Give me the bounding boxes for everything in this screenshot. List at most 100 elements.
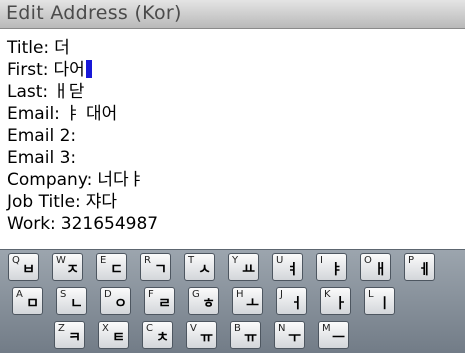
- key-latin-label: B: [234, 323, 241, 334]
- key-latin-label: N: [278, 323, 286, 334]
- key-hangul-label: ㅈ: [66, 262, 79, 278]
- key-k[interactable]: Kㅏ: [320, 287, 351, 315]
- key-s[interactable]: Sㄴ: [56, 287, 87, 315]
- key-hangul-label: ㅔ: [418, 262, 431, 278]
- key-latin-label: Y: [232, 255, 239, 266]
- field-label: Work:: [7, 214, 56, 234]
- key-t[interactable]: Tㅅ: [184, 253, 215, 281]
- key-hangul-label: ㅊ: [156, 330, 169, 346]
- key-latin-label: Q: [12, 255, 20, 266]
- field-value[interactable]: 더: [54, 38, 70, 58]
- key-j[interactable]: Jㅓ: [276, 287, 307, 315]
- field-label: Last:: [7, 82, 49, 102]
- field-company[interactable]: Company: 너다ㅑ: [7, 169, 158, 191]
- key-hangul-label: ㅗ: [246, 296, 259, 312]
- key-hangul-label: ㅜ: [288, 330, 301, 346]
- key-hangul-label: ㄹ: [158, 296, 171, 312]
- window-title: Edit Address (Kor): [6, 2, 182, 24]
- key-b[interactable]: Bㅠ: [230, 321, 261, 349]
- key-latin-label: O: [364, 255, 372, 266]
- field-label: Company:: [7, 170, 93, 190]
- key-o[interactable]: Oㅐ: [360, 253, 391, 281]
- key-u[interactable]: Uㅕ: [272, 253, 303, 281]
- field-value[interactable]: ㅐ닫: [53, 82, 84, 102]
- key-latin-label: M: [322, 323, 331, 334]
- key-hangul-label: ㄴ: [70, 296, 83, 312]
- key-hangul-label: ㅠ: [200, 330, 213, 346]
- key-m[interactable]: Mㅡ: [318, 321, 349, 349]
- key-latin-label: K: [324, 289, 331, 300]
- field-label: Email 2:: [7, 126, 77, 146]
- field-value[interactable]: 다어: [54, 60, 85, 80]
- key-latin-label: U: [276, 255, 284, 266]
- key-latin-label: H: [236, 289, 244, 300]
- field-email[interactable]: Email: ㅑ 대어: [7, 103, 158, 125]
- key-latin-label: P: [408, 255, 415, 266]
- field-label: Email:: [7, 104, 60, 124]
- key-hangul-label: ㅓ: [290, 296, 303, 312]
- field-value[interactable]: ㅑ 대어: [65, 104, 117, 124]
- text-cursor: [85, 60, 92, 78]
- key-l[interactable]: Lㅣ: [364, 287, 395, 315]
- key-latin-label: D: [104, 289, 112, 300]
- key-hangul-label: ㅛ: [242, 262, 255, 278]
- key-hangul-label: ㅏ: [334, 296, 347, 312]
- key-e[interactable]: Eㄷ: [96, 253, 127, 281]
- key-q[interactable]: Qㅂ: [8, 253, 39, 281]
- key-x[interactable]: Xㅌ: [98, 321, 129, 349]
- field-value[interactable]: 너다ㅑ: [97, 170, 144, 190]
- key-c[interactable]: Cㅊ: [142, 321, 173, 349]
- key-hangul-label: ㅌ: [112, 330, 125, 346]
- field-last[interactable]: Last: ㅐ닫: [7, 81, 158, 103]
- key-hangul-label: ㅇ: [114, 296, 127, 312]
- key-latin-label: V: [190, 323, 197, 334]
- key-f[interactable]: Fㄹ: [144, 287, 175, 315]
- key-latin-label: G: [192, 289, 200, 300]
- key-latin-label: R: [144, 255, 151, 266]
- key-latin-label: X: [102, 323, 109, 334]
- title-bar: Edit Address (Kor): [0, 0, 465, 29]
- field-work-phone[interactable]: Work: 321654987: [7, 213, 158, 235]
- key-z[interactable]: Zㅋ: [54, 321, 85, 349]
- key-hangul-label: ㄷ: [110, 262, 123, 278]
- key-hangul-label: ㄱ: [154, 262, 167, 278]
- key-hangul-label: ㅣ: [378, 296, 391, 312]
- field-email-3[interactable]: Email 3:: [7, 147, 158, 169]
- key-p[interactable]: Pㅔ: [404, 253, 435, 281]
- key-y[interactable]: Yㅛ: [228, 253, 259, 281]
- field-email-2[interactable]: Email 2:: [7, 125, 158, 147]
- field-value[interactable]: 321654987: [61, 214, 158, 234]
- key-hangul-label: ㅐ: [374, 262, 387, 278]
- key-d[interactable]: Dㅇ: [100, 287, 131, 315]
- key-hangul-label: ㅑ: [330, 262, 343, 278]
- key-a[interactable]: Aㅁ: [12, 287, 43, 315]
- key-v[interactable]: Vㅠ: [186, 321, 217, 349]
- key-hangul-label: ㅁ: [26, 296, 39, 312]
- key-latin-label: F: [148, 289, 154, 300]
- key-latin-label: T: [188, 255, 195, 266]
- key-latin-label: Z: [58, 323, 65, 334]
- field-value[interactable]: 쟈다: [86, 192, 117, 212]
- key-hangul-label: ㅡ: [332, 330, 345, 346]
- key-h[interactable]: Hㅗ: [232, 287, 263, 315]
- key-latin-label: A: [16, 289, 23, 300]
- key-latin-label: I: [320, 255, 323, 266]
- key-r[interactable]: Rㄱ: [140, 253, 171, 281]
- address-form: Title: 더 First: 다어 Last: ㅐ닫 Email: ㅑ 대어 Emai…: [7, 37, 158, 235]
- key-hangul-label: ㅅ: [198, 262, 211, 278]
- field-title[interactable]: Title: 더: [7, 37, 158, 59]
- field-first[interactable]: First: 다어: [7, 59, 158, 81]
- key-g[interactable]: Gㅎ: [188, 287, 219, 315]
- key-hangul-label: ㅠ: [244, 330, 257, 346]
- key-hangul-label: ㅎ: [202, 296, 215, 312]
- key-hangul-label: ㅕ: [286, 262, 299, 278]
- key-hangul-label: ㅂ: [22, 262, 35, 278]
- key-w[interactable]: Wㅈ: [52, 253, 83, 281]
- key-i[interactable]: Iㅑ: [316, 253, 347, 281]
- key-n[interactable]: Nㅜ: [274, 321, 305, 349]
- field-job-title[interactable]: Job Title: 쟈다: [7, 191, 158, 213]
- key-hangul-label: ㅋ: [68, 330, 81, 346]
- field-label: Job Title:: [7, 192, 81, 212]
- key-latin-label: L: [368, 289, 374, 300]
- key-latin-label: J: [280, 289, 283, 300]
